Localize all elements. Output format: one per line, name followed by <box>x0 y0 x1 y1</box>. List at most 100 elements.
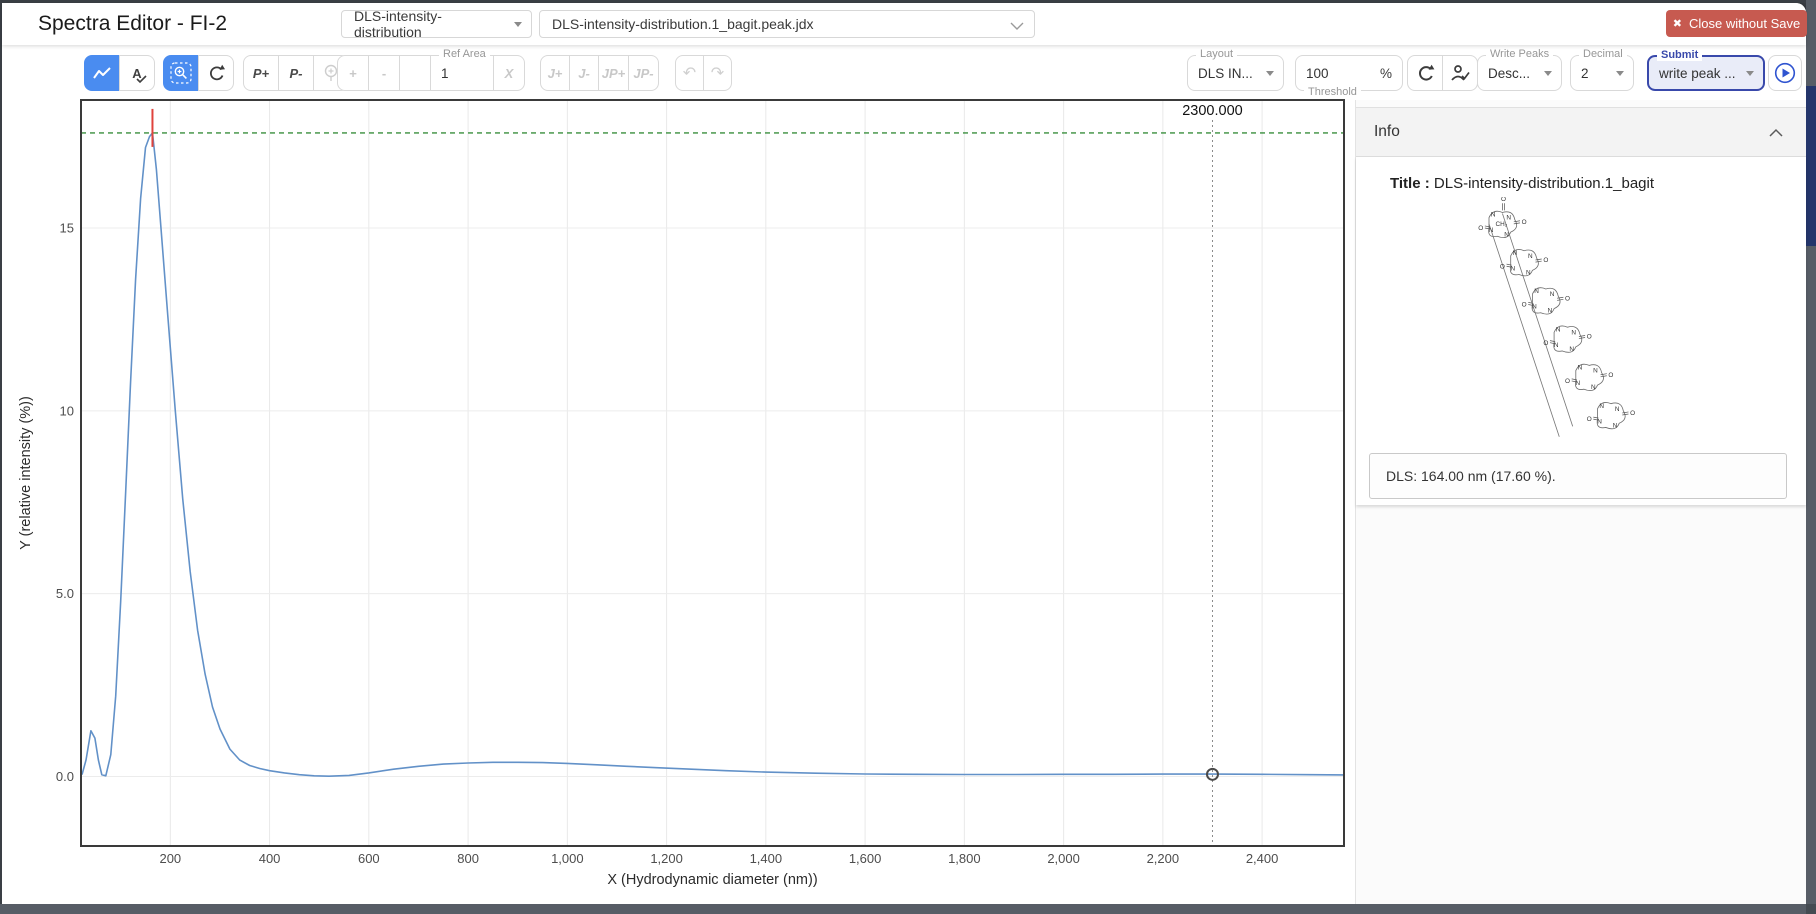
file-select[interactable]: DLS-intensity-distribution.1_bagit.peak.… <box>539 10 1035 38</box>
info-panel-header[interactable]: Info <box>1356 107 1806 157</box>
j-minus-button[interactable]: J- <box>569 55 599 91</box>
y-axis-title: Y (relative intensity (%)) <box>18 396 34 550</box>
y-tick-label: 5.0 <box>56 586 74 601</box>
zoom-select-button[interactable] <box>163 55 199 91</box>
refresh-icon <box>1415 63 1435 83</box>
bond-line <box>1502 214 1572 427</box>
atom-label: N <box>1534 288 1539 295</box>
y-tick-label: 0.0 <box>56 769 74 784</box>
spectrum-title-row: Title : DLS-intensity-distribution.1_bag… <box>1356 157 1806 192</box>
line-spectrum-button[interactable] <box>84 55 120 91</box>
atom-label: O <box>1565 295 1570 302</box>
clear-integrals-button[interactable]: X <box>493 55 525 91</box>
x-tick-label: 1,000 <box>551 851 584 866</box>
horizontal-scrollbar[interactable] <box>0 904 1816 914</box>
cursor-value-label: 2300.000 <box>1182 103 1242 119</box>
chevron-up-icon <box>1768 128 1784 137</box>
decimal-select[interactable]: Decimal 2 <box>1570 55 1634 91</box>
layout-select[interactable]: Layout DLS IN... <box>1187 55 1284 91</box>
refresh-button[interactable] <box>1407 55 1443 91</box>
x-tick-label: 2,400 <box>1246 851 1279 866</box>
layout-value: DLS IN... <box>1198 66 1253 81</box>
peak-remove-button[interactable]: P- <box>278 55 314 91</box>
undo-button[interactable]: ↶ <box>675 55 704 91</box>
vertical-scrollbar[interactable] <box>1806 0 1816 904</box>
file-name: DLS-intensity-distribution.1_bagit.peak.… <box>552 16 813 32</box>
chevron-down-icon <box>1010 22 1024 31</box>
atom-label: N <box>1504 231 1509 238</box>
atom-label: N <box>1571 329 1576 336</box>
a-check-icon: A <box>132 66 141 81</box>
atom-label: N <box>1548 308 1553 315</box>
title-value: DLS-intensity-distribution.1_bagit <box>1434 175 1654 192</box>
auto-assign-button[interactable]: A <box>119 55 155 91</box>
atom-label: CH₂ <box>1496 221 1508 228</box>
close-icon: ✖ <box>1673 17 1682 30</box>
atom-label: N <box>1599 403 1604 410</box>
set-reference-button[interactable] <box>1442 55 1478 91</box>
line-chart-icon <box>91 65 113 81</box>
y-tick-label: 10 <box>60 403 74 418</box>
spectrum-chart[interactable]: 2300.0002004006008001,0001,2001,4001,600… <box>0 0 1360 900</box>
dls-peak-text: DLS: 164.00 nm (17.60 %). <box>1386 468 1556 484</box>
layout-label: Layout <box>1196 48 1237 60</box>
title-bar: Spectra Editor - FI-2 DLS-intensity-dist… <box>2 3 1806 45</box>
chevron-down-icon <box>1266 71 1274 76</box>
x-tick-label: 2,000 <box>1047 851 1080 866</box>
atom-label: O <box>1608 372 1613 379</box>
peak-add-button[interactable]: P+ <box>243 55 279 91</box>
zoom-group <box>163 55 234 91</box>
y-tick-label: 15 <box>60 220 74 235</box>
threshold-value: 100 <box>1306 66 1329 81</box>
submit-run-button[interactable] <box>1768 55 1802 91</box>
jp-plus-button[interactable]: JP+ <box>598 55 629 91</box>
play-icon <box>1774 62 1796 84</box>
close-label: Close without Save <box>1689 16 1800 31</box>
integral-add-button[interactable]: + <box>337 55 369 91</box>
refresh-group <box>1407 55 1478 91</box>
j-plus-button[interactable]: J+ <box>540 55 570 91</box>
jp-minus-button[interactable]: JP- <box>628 55 659 91</box>
atom-label: O <box>1543 257 1548 264</box>
peak-edit-group: P+ P- <box>243 55 349 91</box>
vertical-scrollbar-thumb[interactable] <box>1806 86 1816 246</box>
atom-label: O <box>1478 225 1483 232</box>
atom-label: N <box>1569 346 1574 353</box>
redo-button[interactable]: ↷ <box>703 55 732 91</box>
dls-peak-item[interactable]: DLS: 164.00 nm (17.60 %). <box>1369 453 1787 499</box>
submit-select[interactable]: Submit write peak ... <box>1647 55 1765 91</box>
atom-label: O <box>1587 416 1592 423</box>
atom-label: N <box>1526 270 1531 277</box>
ref-area-field[interactable]: Ref Area 1 <box>430 55 494 91</box>
chevron-down-icon <box>1544 71 1552 76</box>
display-mode-group: A <box>84 55 155 91</box>
integral-remove-button[interactable]: - <box>368 55 400 91</box>
x-tick-label: 1,400 <box>750 851 783 866</box>
atom-label: O <box>1501 197 1506 203</box>
atom-label: N <box>1615 406 1620 413</box>
chevron-down-icon <box>1746 71 1754 76</box>
reset-zoom-button[interactable] <box>198 55 234 91</box>
atom-label: O <box>1500 263 1505 270</box>
chevron-down-icon <box>514 22 522 27</box>
zoom-in-selection-icon <box>170 62 192 84</box>
spectrum-type-select[interactable]: DLS-intensity-distribution <box>341 10 532 38</box>
x-tick-label: 1,600 <box>849 851 882 866</box>
atom-label: O <box>1587 334 1592 341</box>
person-check-icon <box>1450 64 1470 82</box>
atom-label: O <box>1565 378 1570 385</box>
integral-blank-button[interactable] <box>399 55 431 91</box>
x-tick-label: 2,200 <box>1147 851 1180 866</box>
write-peaks-select[interactable]: Write Peaks Desc... <box>1477 55 1562 91</box>
page-title: Spectra Editor - FI-2 <box>38 12 227 36</box>
submit-label: Submit <box>1657 49 1702 61</box>
close-without-save-button[interactable]: ✖ Close without Save <box>1666 10 1807 37</box>
scrollbar-corner <box>1806 904 1816 914</box>
redo-icon: ↷ <box>711 63 724 83</box>
title-label: Title : <box>1390 175 1430 192</box>
x-tick-label: 1,200 <box>650 851 683 866</box>
threshold-field[interactable]: Threshold 100 % <box>1295 55 1403 91</box>
toolbar: A P+ <box>0 55 1816 95</box>
bond-line <box>1489 224 1559 437</box>
chevron-down-icon <box>1616 71 1624 76</box>
